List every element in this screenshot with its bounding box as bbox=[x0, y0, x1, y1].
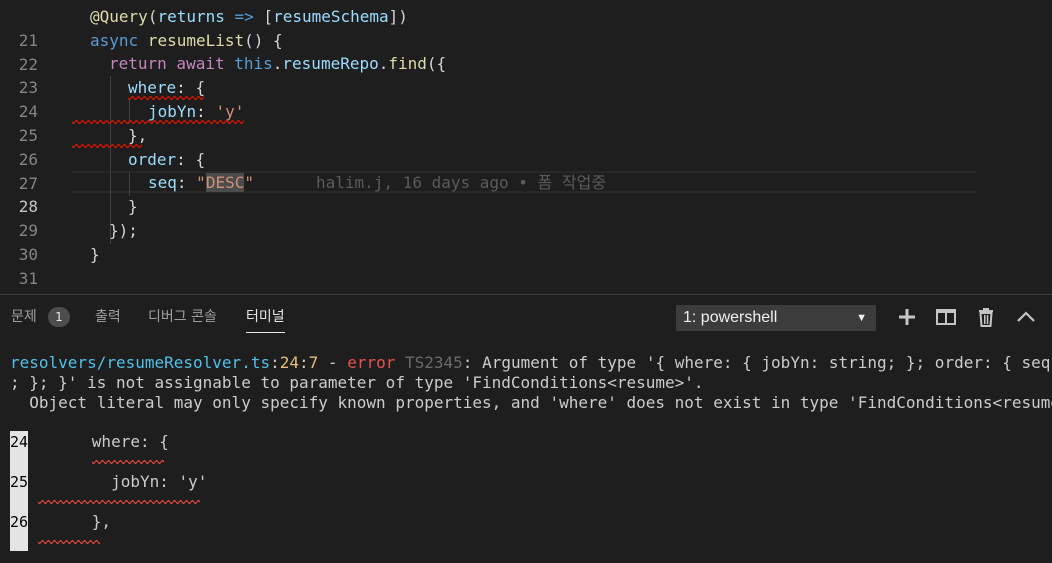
source-line-gutter bbox=[10, 493, 28, 511]
source-line: jobYn: 'y' bbox=[34, 472, 208, 491]
code-line: 23 return await this.resumeRepo.find({ bbox=[0, 52, 1052, 97]
code-line: 27 order: { bbox=[0, 148, 1052, 193]
tab-terminal[interactable]: 터미널 bbox=[246, 307, 285, 333]
problems-count-badge: 1 bbox=[48, 307, 70, 327]
terminal-select-value: 1: powershell bbox=[683, 309, 778, 326]
code-line: 32 bbox=[0, 266, 1052, 294]
panel-tab-bar: 문제 1 출력 디버그 콘솔 터미널 1: powershell ▼ bbox=[0, 295, 1052, 339]
trash-icon[interactable] bbox=[975, 305, 997, 329]
source-line-gutter bbox=[10, 533, 28, 551]
source-line-gutter bbox=[10, 453, 28, 471]
tab-output[interactable]: 출력 bbox=[95, 307, 121, 327]
source-line: }, bbox=[34, 512, 112, 531]
code-editor[interactable]: 21 @Query(returns => [resumeSchema]) 22 … bbox=[0, 0, 1052, 294]
split-icon[interactable] bbox=[935, 305, 957, 329]
selected-text: DESC bbox=[205, 173, 245, 192]
code-line: 21 @Query(returns => [resumeSchema]) bbox=[0, 5, 1052, 50]
plus-icon[interactable] bbox=[896, 305, 918, 329]
code-line: 30 }); bbox=[0, 219, 1052, 264]
error-squiggle bbox=[92, 460, 164, 464]
tab-problems[interactable]: 문제 bbox=[11, 307, 37, 327]
dropdown-caret-icon: ▼ bbox=[856, 312, 867, 324]
error-squiggle bbox=[38, 540, 100, 544]
terminal-output[interactable]: resolvers/resumeResolver.ts:24:7 - error… bbox=[0, 345, 1052, 563]
source-line: where: { bbox=[34, 432, 169, 451]
error-detail-line: Object literal may only specify known pr… bbox=[10, 393, 1052, 412]
git-blame-annotation: halim.j, 16 days ago • 폼 작업중 bbox=[316, 173, 607, 192]
code-line: 31 } bbox=[0, 243, 1052, 288]
code-line: 29 } bbox=[0, 195, 1052, 240]
chevron-up-icon[interactable] bbox=[1015, 305, 1037, 329]
terminal-select[interactable]: 1: powershell ▼ bbox=[676, 305, 876, 331]
error-line: resolvers/resumeResolver.ts:24:7 - error… bbox=[10, 353, 1052, 372]
error-line-continuation: ; }; }' is not assignable to parameter o… bbox=[10, 373, 704, 392]
source-line-number: 24 bbox=[10, 431, 29, 453]
code-line: 26 }, bbox=[0, 124, 1052, 169]
code-line: 22 async resumeList() { bbox=[0, 29, 1052, 74]
bottom-panel: 문제 1 출력 디버그 콘솔 터미널 1: powershell ▼ resol… bbox=[0, 294, 1052, 563]
source-line-number: 26 bbox=[10, 511, 29, 533]
source-line-number: 25 bbox=[10, 471, 29, 493]
code-line: 28 seq: "DESC" halim.j, 16 days ago • 폼 … bbox=[0, 171, 1052, 216]
error-squiggle bbox=[38, 500, 200, 504]
tab-debug-console[interactable]: 디버그 콘솔 bbox=[148, 307, 217, 327]
